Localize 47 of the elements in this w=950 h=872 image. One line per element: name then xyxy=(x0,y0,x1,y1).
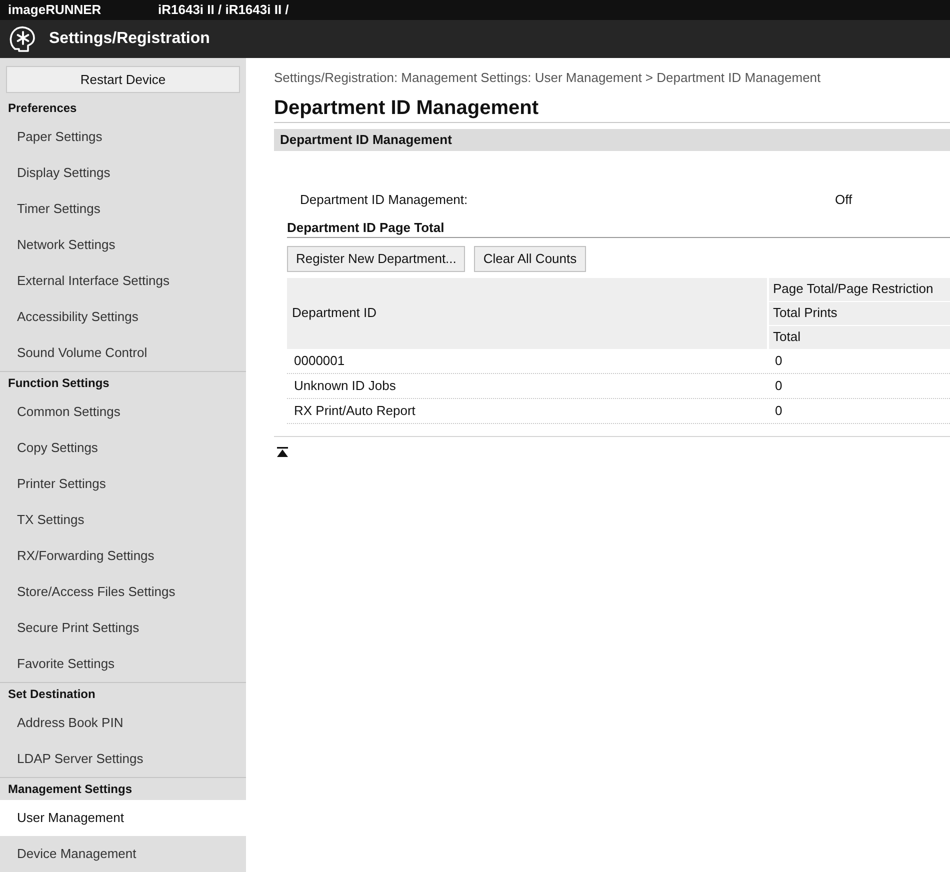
subsection-title: Department ID Page Total xyxy=(287,218,950,238)
sidebar-item[interactable]: Display Settings xyxy=(0,155,246,191)
head-asterisk-icon xyxy=(8,25,36,53)
sidebar-item[interactable]: Copy Settings xyxy=(0,430,246,466)
sidebar-heading: Preferences xyxy=(7,100,78,117)
table-header-cell: Total Prints xyxy=(769,302,950,324)
sidebar-item[interactable]: TX Settings xyxy=(0,502,246,538)
table-cell-text: 0 xyxy=(774,376,784,395)
sidebar-item[interactable]: Common Settings xyxy=(0,394,246,430)
table-cell-text: 0 xyxy=(774,352,784,370)
table-cell-text: 0 xyxy=(774,402,784,420)
sidebar-item[interactable]: Accessibility Settings xyxy=(0,299,246,335)
section-header: Department ID Management xyxy=(274,128,950,150)
table-cell-text: RX Print/Auto Report xyxy=(293,402,416,420)
sidebar-item[interactable]: User Management xyxy=(0,800,246,836)
sidebar-item[interactable]: Timer Settings xyxy=(0,191,246,227)
sidebar-item[interactable]: Device Management xyxy=(0,836,246,872)
setting-value: Off xyxy=(835,190,852,209)
sidebar-item[interactable]: Paper Settings xyxy=(0,119,246,155)
sidebar-heading: Set Destination xyxy=(7,686,96,703)
sidebar-item[interactable]: Address Book PIN xyxy=(0,705,246,741)
sidebar-item[interactable]: Favorite Settings xyxy=(0,646,246,682)
breadcrumb: Settings/Registration: Management Settings: User Management > Department ID Management xyxy=(274,69,822,87)
sidebar-item[interactable]: External Interface Settings xyxy=(0,263,246,299)
restart-device-button[interactable]: Restart Device xyxy=(6,66,240,93)
sidebar-heading: Function Settings xyxy=(7,375,110,392)
sidebar-heading: Management Settings xyxy=(7,781,134,798)
sidebar-item[interactable]: Network Settings xyxy=(0,227,246,263)
sidebar-item[interactable]: LDAP Server Settings xyxy=(0,741,246,777)
table-header-cell: Total xyxy=(769,326,950,348)
sidebar-item[interactable]: Store/Access Files Settings xyxy=(0,574,246,610)
brand-name: imageRUNNER xyxy=(7,1,102,20)
table-cell-text: Unknown ID Jobs xyxy=(293,376,397,395)
sidebar-item[interactable]: Secure Print Settings xyxy=(0,610,246,646)
scroll-to-top-icon[interactable] xyxy=(277,446,288,456)
sidebar-item[interactable]: Printer Settings xyxy=(0,466,246,502)
page-title: Department ID Management xyxy=(274,96,950,122)
sidebar-item[interactable]: Sound Volume Control xyxy=(0,335,246,371)
table-header-cell: Page Total/Page Restriction xyxy=(769,278,950,300)
header-title: Settings/Registration xyxy=(49,29,210,49)
table-header-cell: Department ID xyxy=(287,278,767,348)
action-button[interactable]: Clear All Counts xyxy=(474,246,586,272)
device-name: iR1643i II / iR1643i II / xyxy=(158,1,289,20)
setting-label: Department ID Management: xyxy=(299,190,469,209)
action-button[interactable]: Register New Department... xyxy=(287,246,466,272)
sidebar-item[interactable]: RX/Forwarding Settings xyxy=(0,538,246,574)
table-cell-text: 0000001 xyxy=(293,352,346,370)
